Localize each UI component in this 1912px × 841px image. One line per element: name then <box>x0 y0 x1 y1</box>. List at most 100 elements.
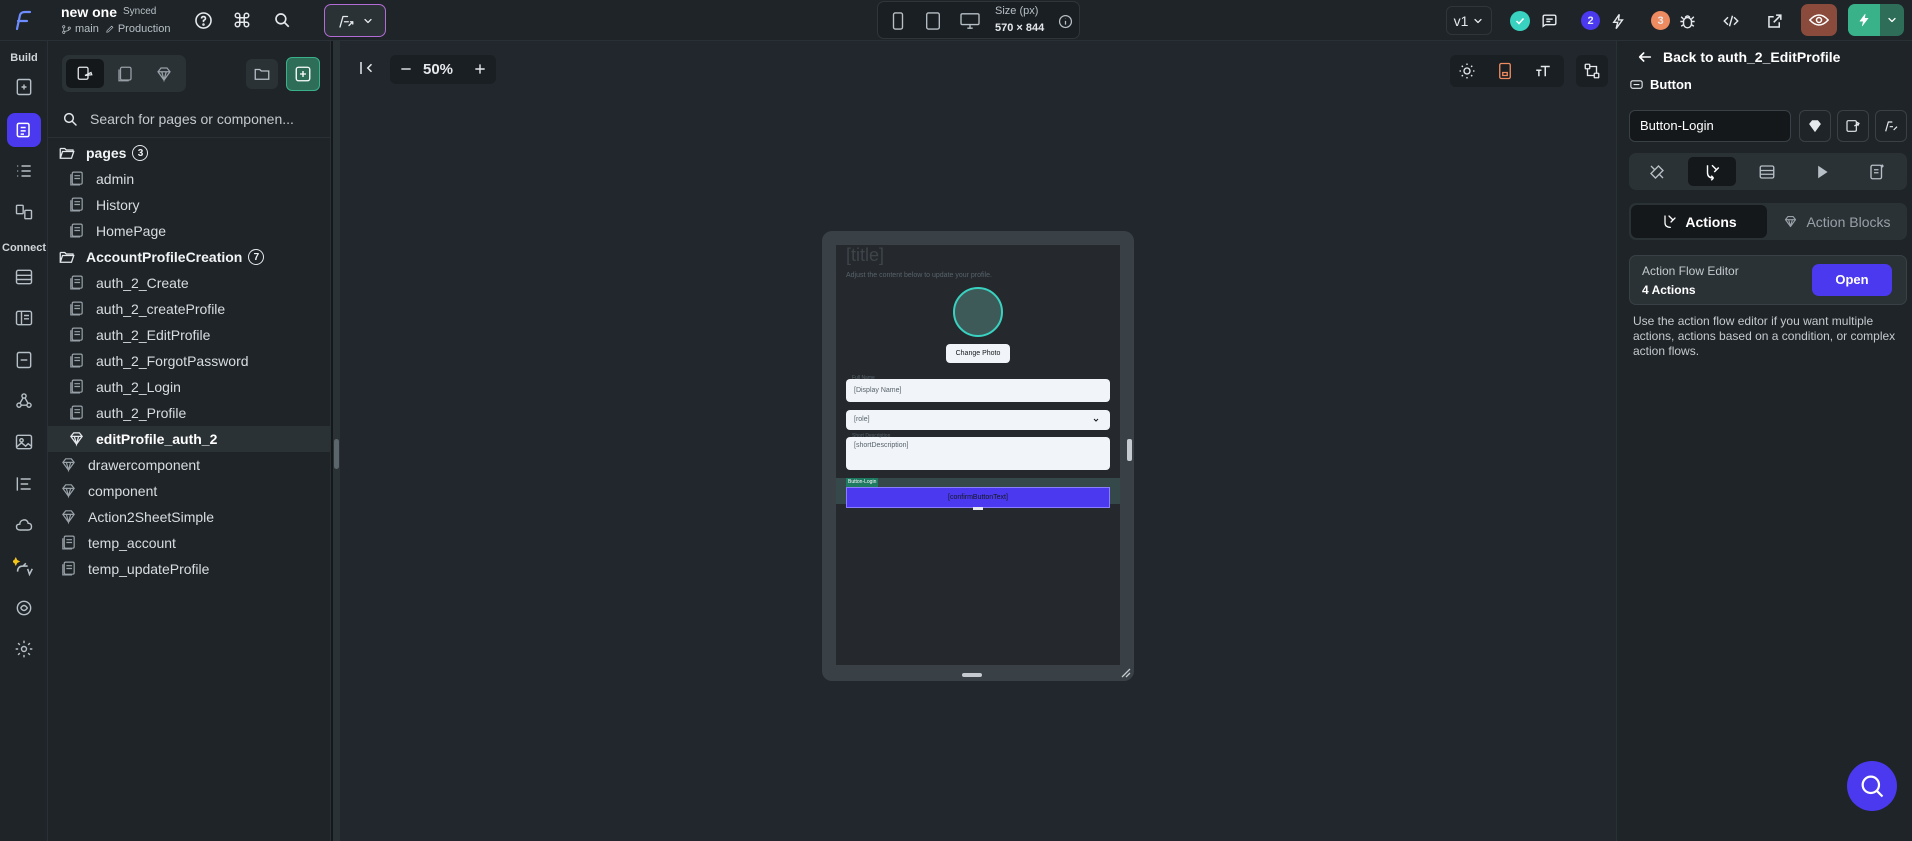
help-icon[interactable] <box>193 10 213 30</box>
component-item-editprofile-auth-2[interactable]: editProfile_auth_2 <box>48 426 331 452</box>
media-assets-icon[interactable] <box>8 426 40 458</box>
component-gem-icon <box>68 430 86 448</box>
collapse-panel-icon[interactable] <box>354 55 380 81</box>
tablet-device-icon[interactable] <box>923 11 943 31</box>
bolt-activity-icon[interactable] <box>1607 10 1629 32</box>
preview-role-dropdown[interactable]: [role] <box>846 410 1110 430</box>
run-button[interactable] <box>1848 4 1904 36</box>
bug-icon[interactable] <box>1676 10 1698 32</box>
light-mode-icon[interactable] <box>1456 60 1478 82</box>
folder-pages[interactable]: pages 3 <box>48 140 331 166</box>
add-page-icon[interactable] <box>8 71 40 103</box>
preview-short-description-field[interactable]: Short Description [shortDescription] <box>846 433 1110 470</box>
version-select[interactable]: v1 <box>1446 6 1492 35</box>
search-input[interactable]: Search for pages or componen... <box>90 111 294 127</box>
api-calls-icon[interactable] <box>8 344 40 376</box>
support-chat-button[interactable] <box>1847 761 1897 811</box>
widget-name-input[interactable]: Button-Login <box>1629 110 1791 142</box>
add-page-button[interactable] <box>286 57 320 91</box>
page-item-homepage[interactable]: HomePage <box>48 218 331 244</box>
preview-display-name-field[interactable]: Full Name [Display Name] <box>846 375 1110 402</box>
comments-icon[interactable] <box>1538 10 1560 32</box>
page-item-temp-account[interactable]: temp_account <box>48 530 331 556</box>
responsive-device-icon[interactable] <box>1494 60 1516 82</box>
theme-list-icon[interactable] <box>8 468 40 500</box>
convert-component-icon[interactable] <box>1799 110 1831 142</box>
preview-avatar[interactable] <box>953 287 1003 337</box>
add-folder-icon[interactable] <box>246 59 278 89</box>
design-canvas[interactable]: 50% [title] Adjust the content below to … <box>340 41 1616 841</box>
integrations-icon[interactable] <box>8 592 40 624</box>
text-scale-icon[interactable] <box>1532 60 1554 82</box>
size-value[interactable]: 570 × 844 <box>995 22 1044 34</box>
animations-tab-icon[interactable] <box>1798 157 1846 186</box>
branch-indicator[interactable]: main Production <box>61 23 170 35</box>
device-scroll-handle[interactable] <box>1127 439 1132 461</box>
open-external-icon[interactable] <box>1763 10 1785 32</box>
page-item-auth-2-forgotpassword[interactable]: auth_2_ForgotPassword <box>48 348 331 374</box>
back-link[interactable]: Back to auth_2_EditProfile <box>1637 45 1840 69</box>
device-screen[interactable]: [title] Adjust the content below to upda… <box>836 245 1120 665</box>
preview-title[interactable]: [title] <box>846 245 884 266</box>
code-icon[interactable] <box>1719 10 1743 32</box>
action-blocks-toggle-button[interactable]: Action Blocks <box>1769 205 1905 238</box>
info-icon[interactable] <box>1056 12 1074 30</box>
cloud-functions-icon[interactable] <box>8 509 40 541</box>
component-item-component[interactable]: component <box>48 478 331 504</box>
project-name[interactable]: new one <box>61 4 117 20</box>
open-flow-editor-button[interactable]: Open <box>1812 264 1892 296</box>
preview-resize-nub[interactable] <box>973 507 983 510</box>
page-item-auth-2-createprofile[interactable]: auth_2_createProfile <box>48 296 331 322</box>
tree-view-icon[interactable] <box>1576 55 1608 87</box>
zoom-in-icon[interactable] <box>470 59 490 79</box>
pages-stack-icon[interactable] <box>106 59 144 88</box>
status-check-icon[interactable] <box>1510 11 1530 31</box>
zoom-out-icon[interactable] <box>396 59 416 79</box>
add-widget-tab-icon[interactable] <box>1853 157 1901 186</box>
page-item-auth-2-editprofile[interactable]: auth_2_EditProfile <box>48 322 331 348</box>
generate-ai-icon[interactable] <box>1875 110 1907 142</box>
mode-select-button[interactable] <box>324 4 386 37</box>
components-icon[interactable] <box>8 196 40 228</box>
actions-toggle-button[interactable]: Actions <box>1631 205 1767 238</box>
folder-account-profile-creation[interactable]: AccountProfileCreation 7 <box>48 244 331 270</box>
page-search[interactable]: Search for pages or componen... <box>48 101 331 138</box>
widget-tree-icon[interactable] <box>7 113 41 147</box>
preview-confirm-button[interactable]: [confirmButtonText] <box>846 487 1110 508</box>
app-state-icon[interactable] <box>8 302 40 334</box>
widget-type-label: Button <box>1650 77 1692 92</box>
page-item-history[interactable]: History <box>48 192 331 218</box>
mobile-device-icon[interactable] <box>888 11 908 31</box>
page-item-auth-2-profile[interactable]: auth_2_Profile <box>48 400 331 426</box>
page-item-admin[interactable]: admin <box>48 166 331 192</box>
command-icon[interactable] <box>232 10 252 30</box>
backend-query-tab-icon[interactable] <box>1743 157 1791 186</box>
custom-code-icon[interactable] <box>8 385 40 417</box>
issues-count-badge[interactable]: 3 <box>1651 11 1670 30</box>
agent-count-badge[interactable]: 2 <box>1581 11 1600 30</box>
desktop-device-icon[interactable] <box>959 11 981 31</box>
components-gem-icon[interactable] <box>145 59 183 88</box>
pages-view-icon[interactable] <box>66 59 104 88</box>
actions-tab-icon[interactable] <box>1688 157 1736 186</box>
device-bottom-handle[interactable] <box>962 673 982 677</box>
preview-subtitle[interactable]: Adjust the content below to update your … <box>846 272 992 279</box>
wrap-widget-icon[interactable] <box>1837 110 1869 142</box>
preview-change-photo-button[interactable]: Change Photo <box>946 344 1010 363</box>
properties-tab-icon[interactable] <box>1633 157 1681 186</box>
component-item-drawercomponent[interactable]: drawercomponent <box>48 452 331 478</box>
database-icon[interactable] <box>8 261 40 293</box>
logo-icon[interactable] <box>8 6 38 36</box>
component-item-action2sheetsimple[interactable]: Action2SheetSimple <box>48 504 331 530</box>
storyboard-icon[interactable] <box>8 155 40 187</box>
zoom-level[interactable]: 50% <box>423 61 453 78</box>
settings-gear-icon[interactable] <box>8 633 40 665</box>
search-icon[interactable] <box>272 10 292 30</box>
preview-eye-button[interactable] <box>1801 4 1837 36</box>
page-item-auth-2-create[interactable]: auth_2_Create <box>48 270 331 296</box>
ai-agents-icon[interactable] <box>8 551 40 583</box>
resize-corner-icon[interactable] <box>1118 665 1132 679</box>
page-item-temp-updateprofile[interactable]: temp_updateProfile <box>48 556 331 582</box>
panel-resize-handle[interactable] <box>333 41 340 841</box>
page-item-auth-2-login[interactable]: auth_2_Login <box>48 374 331 400</box>
